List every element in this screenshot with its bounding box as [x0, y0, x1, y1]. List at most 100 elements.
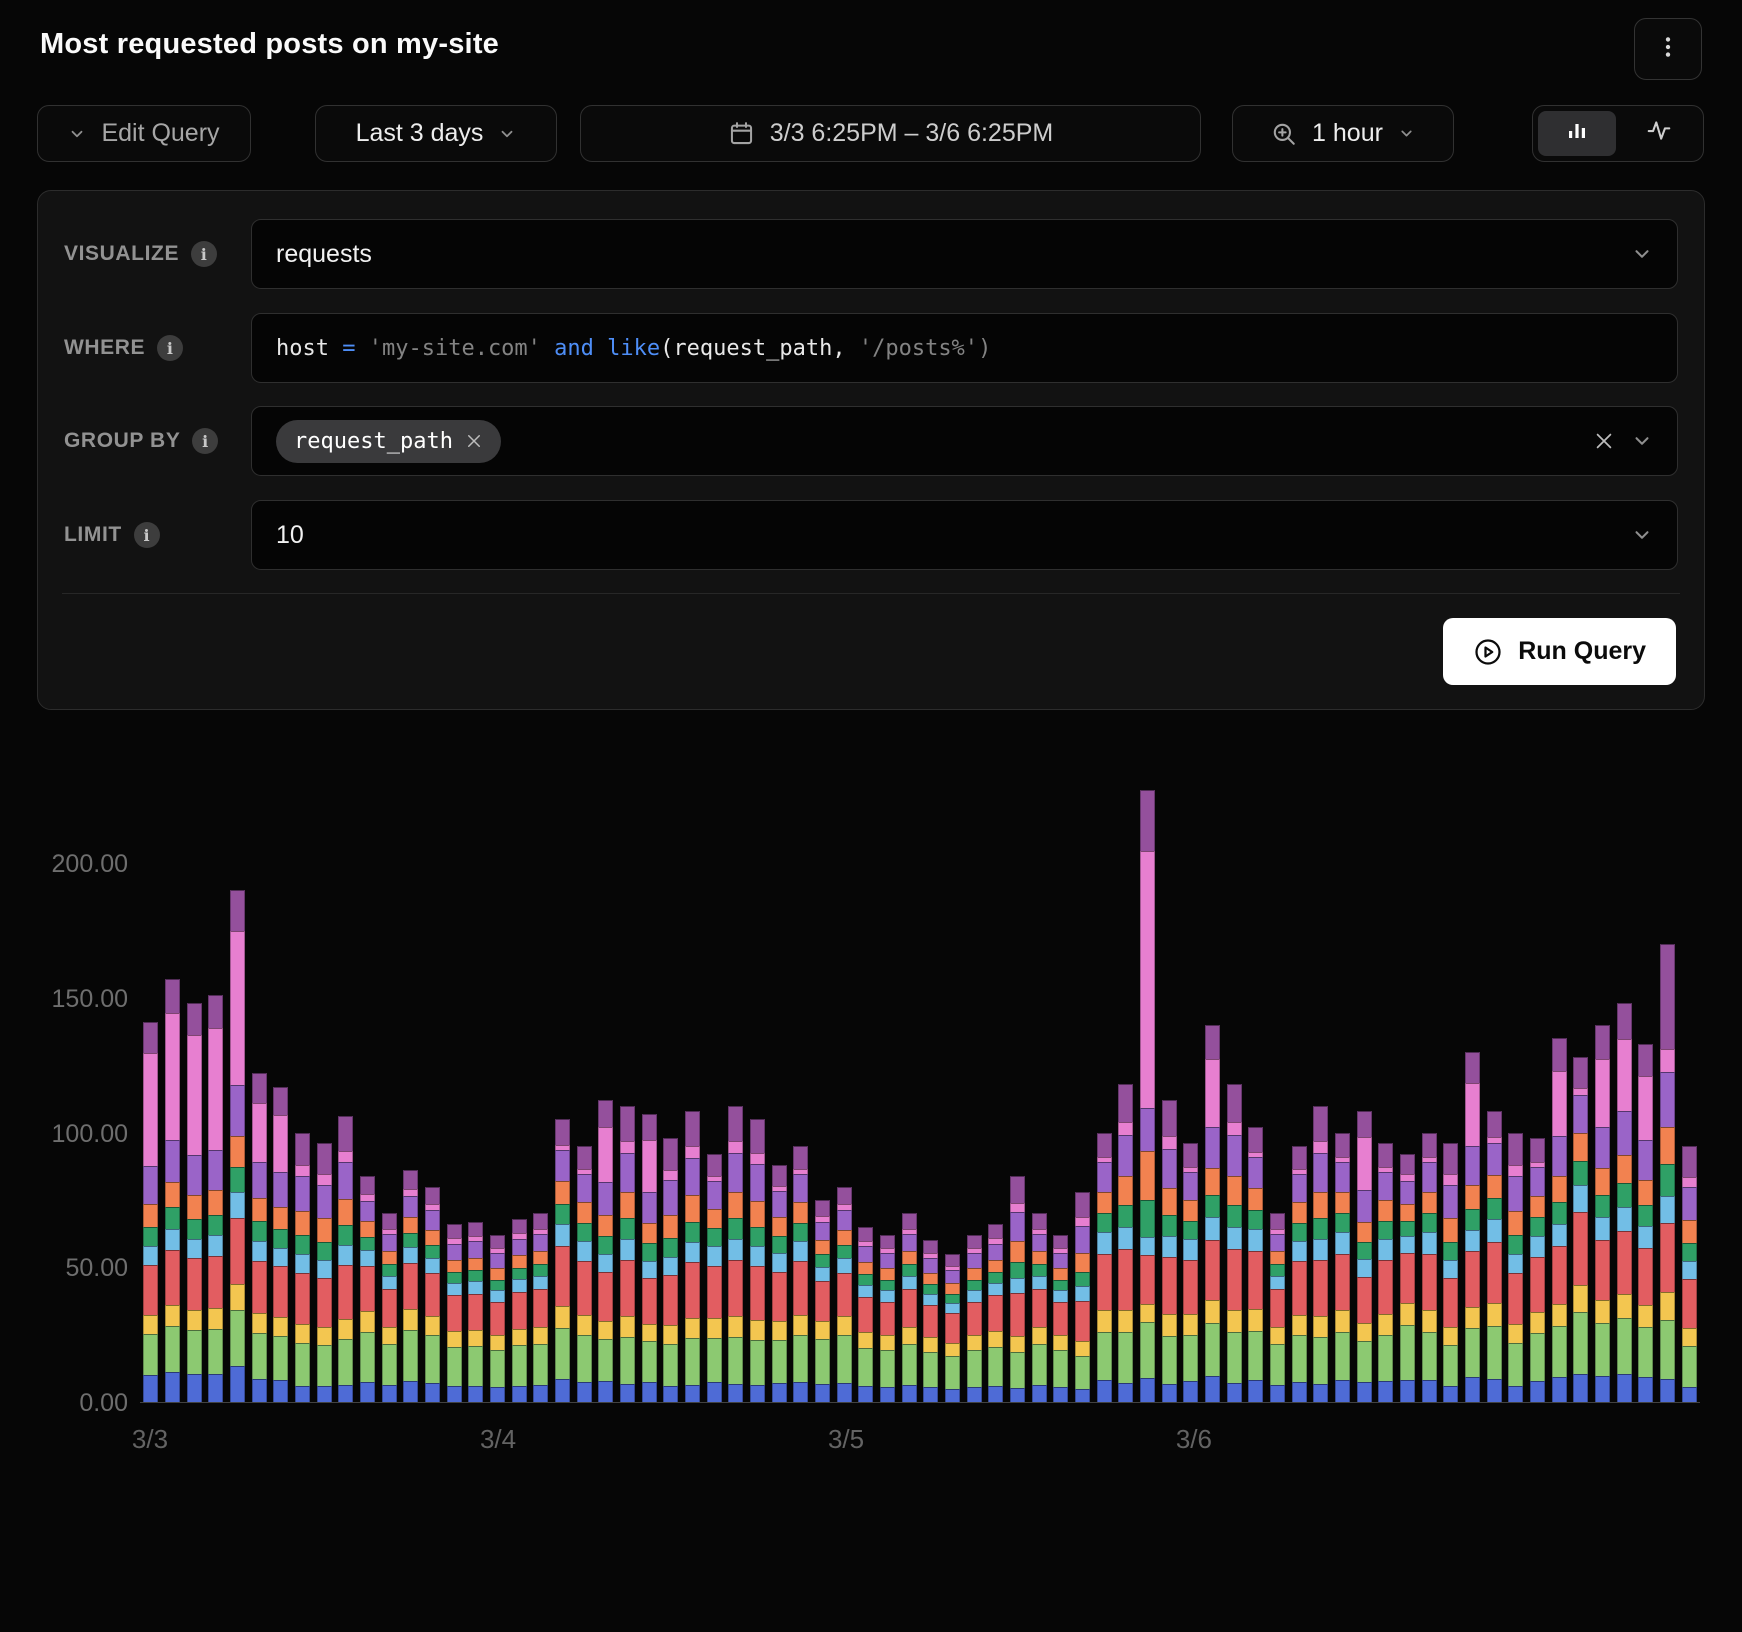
segment-plum: [1140, 790, 1155, 851]
group-by-chip[interactable]: request_path: [276, 420, 501, 463]
segment-yellow: [923, 1337, 938, 1352]
segment-plum: [338, 1116, 353, 1150]
segment-red: [425, 1273, 440, 1316]
segment-sky: [598, 1254, 613, 1272]
segment-orange: [1292, 1202, 1307, 1222]
segment-pink: [1313, 1141, 1328, 1153]
segment-blue: [230, 1366, 245, 1402]
segment-purple: [447, 1244, 462, 1260]
segment-plum: [902, 1213, 917, 1228]
segment-blue: [642, 1382, 657, 1402]
segment-sky: [837, 1258, 852, 1273]
segment-emerald: [1465, 1209, 1480, 1230]
group-by-select[interactable]: request_path: [251, 406, 1678, 476]
segment-purple: [143, 1166, 158, 1204]
segment-yellow: [1248, 1309, 1263, 1331]
segment-pink: [403, 1189, 418, 1196]
info-icon[interactable]: i: [134, 522, 160, 548]
segment-sky: [1443, 1260, 1458, 1278]
segment-emerald: [598, 1236, 613, 1254]
segment-purple: [772, 1191, 787, 1217]
segment-blue: [880, 1387, 895, 1402]
date-range-button[interactable]: 3/3 6:25PM – 3/6 6:25PM: [580, 105, 1201, 162]
segment-yellow: [1682, 1328, 1697, 1346]
segment-red: [1292, 1261, 1307, 1315]
segment-purple: [923, 1258, 938, 1273]
segment-green: [1032, 1344, 1047, 1386]
code-token: ,: [832, 336, 859, 361]
segment-yellow: [1357, 1323, 1372, 1340]
bar-chart-toggle[interactable]: [1538, 111, 1616, 156]
segment-blue: [512, 1386, 527, 1402]
segment-plum: [598, 1100, 613, 1127]
segment-red: [143, 1265, 158, 1314]
segment-emerald: [533, 1264, 548, 1275]
segment-purple: [1097, 1162, 1112, 1192]
segment-plum: [793, 1146, 808, 1169]
segment-emerald: [1075, 1272, 1090, 1287]
group-by-chip-label: request_path: [294, 429, 453, 454]
segment-red: [837, 1273, 852, 1316]
segment-orange: [1053, 1268, 1068, 1280]
code-token: and: [554, 336, 607, 361]
where-input[interactable]: host = 'my-site.com' and like(request_pa…: [251, 313, 1678, 383]
segment-plum: [187, 1003, 202, 1035]
segment-sky: [1660, 1196, 1675, 1223]
info-icon[interactable]: i: [192, 428, 218, 454]
segment-green: [1595, 1323, 1610, 1376]
segment-emerald: [1032, 1264, 1047, 1275]
kebab-menu-button[interactable]: [1634, 18, 1702, 80]
segment-plum: [468, 1222, 483, 1236]
stacked-bar: [1010, 1176, 1025, 1402]
segment-pink: [620, 1141, 635, 1153]
run-query-button[interactable]: Run Query: [1443, 618, 1676, 685]
segment-pink: [1075, 1217, 1090, 1225]
info-icon[interactable]: i: [157, 335, 183, 361]
segment-plum: [642, 1114, 657, 1140]
segment-emerald: [620, 1218, 635, 1239]
segment-emerald: [1183, 1221, 1198, 1239]
segment-sky: [577, 1241, 592, 1261]
chip-remove-icon[interactable]: [465, 432, 483, 450]
segment-blue: [1573, 1374, 1588, 1402]
y-axis-tick-label: 150.00: [40, 984, 128, 1014]
run-query-label: Run Query: [1518, 637, 1646, 666]
segment-blue: [858, 1386, 873, 1402]
segment-yellow: [1097, 1310, 1112, 1332]
limit-select[interactable]: 10: [251, 500, 1678, 570]
segment-green: [273, 1336, 288, 1380]
segment-sky: [143, 1246, 158, 1265]
segment-emerald: [1357, 1242, 1372, 1259]
segment-plum: [230, 890, 245, 931]
segment-blue: [1400, 1380, 1415, 1402]
clear-field-icon[interactable]: [1593, 430, 1615, 452]
stacked-bar: [1443, 1143, 1458, 1402]
segment-red: [1443, 1278, 1458, 1327]
segment-orange: [750, 1201, 765, 1226]
granularity-select[interactable]: 1 hour: [1232, 105, 1454, 162]
visualize-select[interactable]: requests: [251, 219, 1678, 289]
time-range-select[interactable]: Last 3 days: [315, 105, 557, 162]
segment-green: [317, 1345, 332, 1386]
segment-orange: [1270, 1251, 1285, 1264]
segment-blue: [1508, 1386, 1523, 1402]
segment-sky: [1638, 1226, 1653, 1248]
segment-emerald: [252, 1221, 267, 1241]
segment-green: [685, 1338, 700, 1385]
chevron-down-icon: [1631, 430, 1653, 452]
segment-plum: [403, 1170, 418, 1189]
segment-yellow: [208, 1308, 223, 1328]
segment-emerald: [1378, 1221, 1393, 1239]
segment-sky: [187, 1239, 202, 1259]
visualize-label: VISUALIZE i: [64, 219, 217, 289]
info-icon[interactable]: i: [191, 241, 217, 267]
segment-pink: [1595, 1059, 1610, 1127]
segment-green: [382, 1344, 397, 1386]
segment-yellow: [490, 1335, 505, 1350]
time-range-label: Last 3 days: [356, 119, 484, 148]
line-chart-toggle[interactable]: [1620, 111, 1698, 156]
edit-query-button[interactable]: Edit Query: [37, 105, 251, 162]
segment-red: [273, 1266, 288, 1316]
segment-emerald: [923, 1284, 938, 1294]
segment-orange: [815, 1240, 830, 1254]
